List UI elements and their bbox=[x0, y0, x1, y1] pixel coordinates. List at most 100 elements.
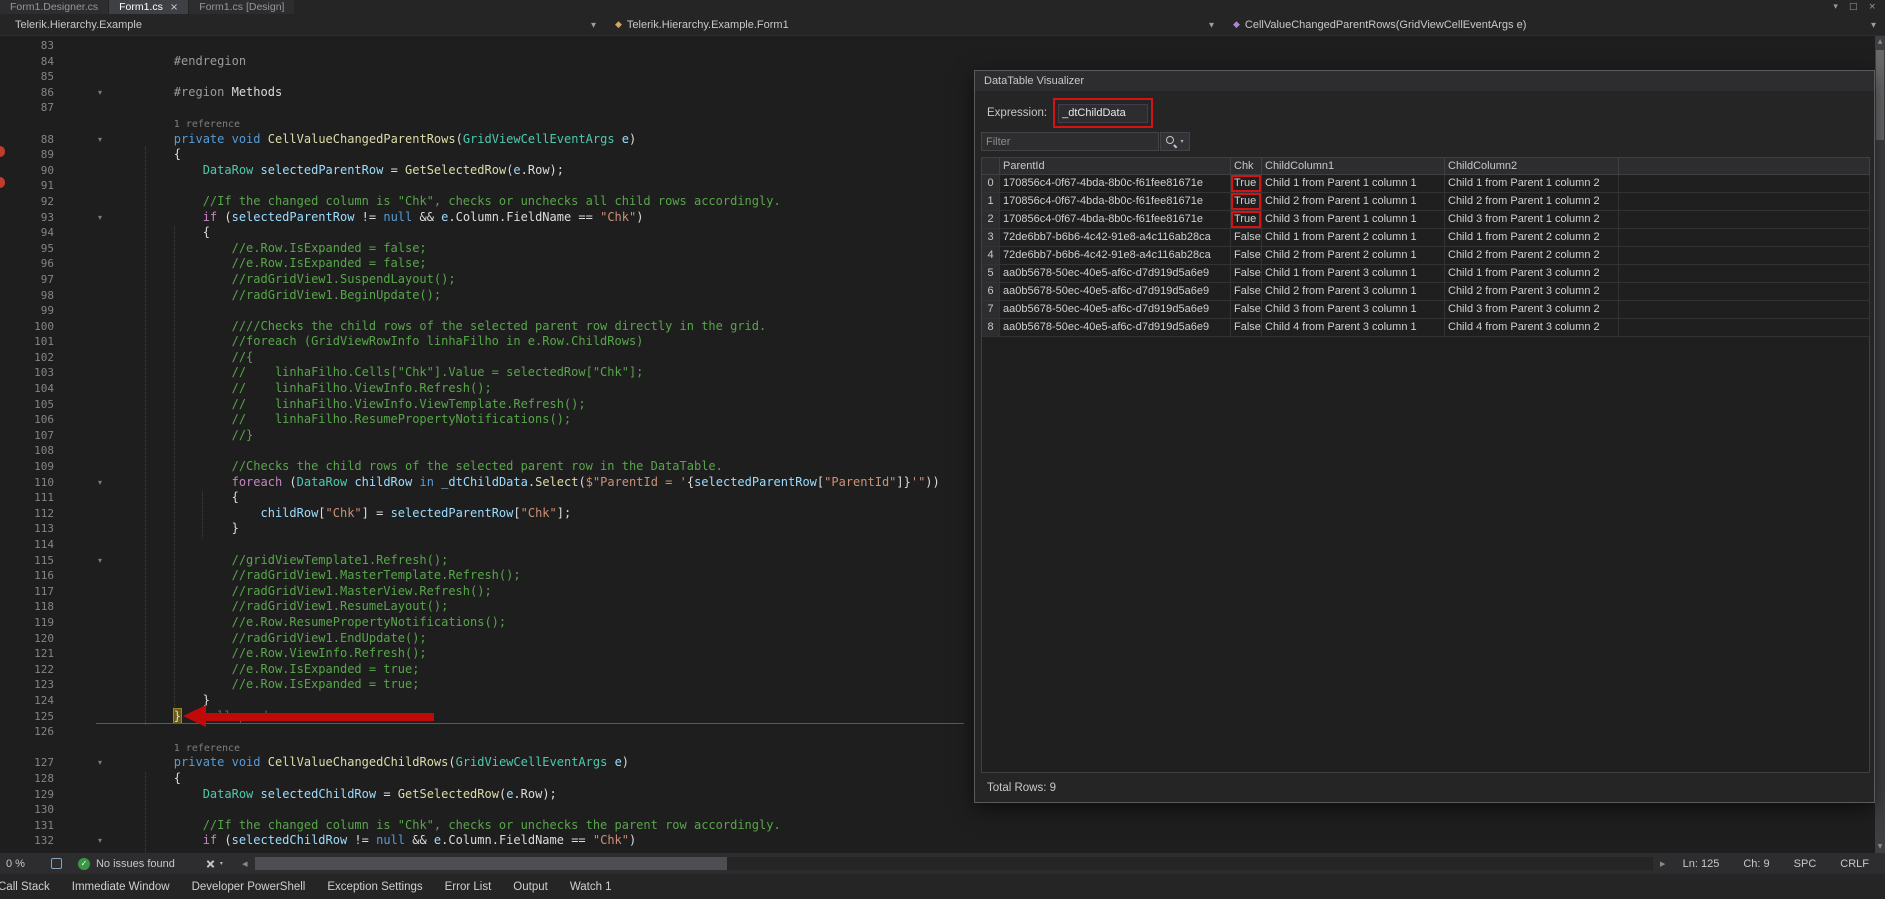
status-line-ending[interactable]: CRLF bbox=[1828, 858, 1885, 870]
document-tab[interactable]: Form1.Designer.cs bbox=[0, 0, 108, 14]
dialog-title[interactable]: DataTable Visualizer bbox=[975, 71, 1874, 91]
row-header[interactable]: 7 bbox=[982, 301, 1000, 319]
scroll-down-icon[interactable]: ▼ bbox=[1875, 841, 1885, 853]
line-number[interactable]: 110 bbox=[0, 475, 54, 491]
line-number[interactable] bbox=[0, 740, 54, 756]
line-number[interactable]: 87 bbox=[0, 100, 54, 116]
document-tab[interactable]: Form1.cs [Design] bbox=[189, 0, 294, 14]
line-number[interactable]: 86 bbox=[0, 85, 54, 101]
panel-tab[interactable]: Watch 1 bbox=[559, 881, 623, 893]
row-header[interactable]: 2 bbox=[982, 211, 1000, 229]
scrollbar-thumb[interactable] bbox=[1876, 50, 1884, 140]
line-number[interactable]: 121 bbox=[0, 646, 54, 662]
code-line[interactable]: 83 bbox=[0, 38, 1875, 54]
cell-childcolumn1[interactable]: Child 2 from Parent 1 column 1 bbox=[1262, 193, 1445, 211]
line-number[interactable]: 93 bbox=[0, 210, 54, 226]
cell-parentid[interactable]: aa0b5678-50ec-40e5-af6c-d7d919d5a6e9 bbox=[1000, 319, 1231, 337]
expression-input[interactable] bbox=[1058, 104, 1148, 123]
line-number[interactable]: 120 bbox=[0, 631, 54, 647]
scrollbar-thumb[interactable] bbox=[255, 857, 727, 870]
cell-childcolumn2[interactable]: Child 1 from Parent 3 column 2 bbox=[1445, 265, 1619, 283]
panel-tab[interactable]: Exception Settings bbox=[316, 881, 433, 893]
column-header[interactable] bbox=[1619, 158, 1870, 175]
cell-chk[interactable]: False bbox=[1231, 283, 1262, 301]
cell-filler[interactable] bbox=[1619, 229, 1870, 247]
cell-filler[interactable] bbox=[1619, 175, 1870, 193]
filter-input[interactable] bbox=[981, 132, 1159, 151]
cell-childcolumn1[interactable]: Child 2 from Parent 3 column 1 bbox=[1262, 283, 1445, 301]
document-tab[interactable]: Form1.cs× bbox=[109, 0, 188, 14]
line-number[interactable]: 123 bbox=[0, 677, 54, 693]
cell-parentid[interactable]: 72de6bb7-b6b6-4c42-91e8-a4c116ab28ca bbox=[1000, 229, 1231, 247]
line-number[interactable]: 113 bbox=[0, 521, 54, 537]
code-cleanup-button[interactable]: ▾ bbox=[205, 858, 223, 869]
line-number[interactable]: 84 bbox=[0, 54, 54, 70]
status-line[interactable]: Ln: 125 bbox=[1671, 858, 1732, 870]
cell-chk[interactable]: True bbox=[1231, 175, 1262, 193]
line-number[interactable] bbox=[0, 116, 54, 132]
row-header[interactable]: 6 bbox=[982, 283, 1000, 301]
cell-childcolumn2[interactable]: Child 1 from Parent 2 column 2 bbox=[1445, 229, 1619, 247]
line-number[interactable]: 118 bbox=[0, 599, 54, 615]
line-number[interactable]: 94 bbox=[0, 225, 54, 241]
row-header[interactable]: 8 bbox=[982, 319, 1000, 337]
cell-childcolumn2[interactable]: Child 3 from Parent 1 column 2 bbox=[1445, 211, 1619, 229]
panel-tab[interactable]: Immediate Window bbox=[61, 881, 181, 893]
cell-childcolumn1[interactable]: Child 4 from Parent 3 column 1 bbox=[1262, 319, 1445, 337]
cell-childcolumn1[interactable]: Child 3 from Parent 1 column 1 bbox=[1262, 211, 1445, 229]
fold-toggle-icon[interactable]: ▾ bbox=[54, 210, 102, 226]
column-header[interactable]: Chk bbox=[1231, 158, 1262, 175]
cell-parentid[interactable]: aa0b5678-50ec-40e5-af6c-d7d919d5a6e9 bbox=[1000, 301, 1231, 319]
line-number[interactable]: 91 bbox=[0, 178, 54, 194]
cell-parentid[interactable]: 170856c4-0f67-4bda-8b0c-f61fee81671e bbox=[1000, 211, 1231, 229]
fold-toggle-icon[interactable]: ▾ bbox=[54, 132, 102, 148]
scroll-left-icon[interactable]: ◀ bbox=[237, 860, 253, 868]
panel-tab[interactable]: Output bbox=[502, 881, 559, 893]
line-number[interactable]: 128 bbox=[0, 771, 54, 787]
line-number[interactable]: 107 bbox=[0, 428, 54, 444]
cell-parentid[interactable]: 170856c4-0f67-4bda-8b0c-f61fee81671e bbox=[1000, 193, 1231, 211]
fold-toggle-icon[interactable]: ▾ bbox=[54, 755, 102, 771]
tab-close-icon[interactable]: × bbox=[170, 2, 178, 13]
cell-childcolumn2[interactable]: Child 3 from Parent 3 column 2 bbox=[1445, 301, 1619, 319]
cell-childcolumn2[interactable]: Child 2 from Parent 1 column 2 bbox=[1445, 193, 1619, 211]
editor-indicator-icon[interactable] bbox=[51, 858, 62, 869]
line-number[interactable]: 92 bbox=[0, 194, 54, 210]
cell-parentid[interactable]: aa0b5678-50ec-40e5-af6c-d7d919d5a6e9 bbox=[1000, 283, 1231, 301]
line-number[interactable]: 96 bbox=[0, 256, 54, 272]
line-number[interactable]: 108 bbox=[0, 443, 54, 459]
panel-tab[interactable]: Error List bbox=[434, 881, 503, 893]
scroll-up-icon[interactable]: ▲ bbox=[1875, 36, 1885, 48]
line-number[interactable]: 112 bbox=[0, 506, 54, 522]
cell-childcolumn1[interactable]: Child 2 from Parent 2 column 1 bbox=[1262, 247, 1445, 265]
line-number[interactable]: 97 bbox=[0, 272, 54, 288]
cell-filler[interactable] bbox=[1619, 319, 1870, 337]
line-number[interactable]: 127 bbox=[0, 755, 54, 771]
line-number[interactable]: 114 bbox=[0, 537, 54, 553]
code-line[interactable]: 130 bbox=[0, 802, 1875, 818]
close-icon[interactable]: × bbox=[1868, 2, 1876, 12]
line-number[interactable]: 89 bbox=[0, 147, 54, 163]
window-icon[interactable]: □ bbox=[1849, 2, 1858, 12]
line-number[interactable]: 83 bbox=[0, 38, 54, 54]
panel-tab[interactable]: Developer PowerShell bbox=[181, 881, 317, 893]
row-header[interactable]: 3 bbox=[982, 229, 1000, 247]
column-header[interactable]: ChildColumn1 bbox=[1262, 158, 1445, 175]
line-number[interactable]: 98 bbox=[0, 288, 54, 304]
line-number[interactable]: 106 bbox=[0, 412, 54, 428]
line-number[interactable]: 131 bbox=[0, 818, 54, 834]
cell-childcolumn2[interactable]: Child 1 from Parent 1 column 2 bbox=[1445, 175, 1619, 193]
cell-chk[interactable]: False bbox=[1231, 247, 1262, 265]
line-number[interactable]: 130 bbox=[0, 802, 54, 818]
cell-filler[interactable] bbox=[1619, 211, 1870, 229]
cell-childcolumn2[interactable]: Child 4 from Parent 3 column 2 bbox=[1445, 319, 1619, 337]
line-number[interactable]: 124 bbox=[0, 693, 54, 709]
row-header[interactable]: 1 bbox=[982, 193, 1000, 211]
cell-chk[interactable]: False bbox=[1231, 265, 1262, 283]
cell-filler[interactable] bbox=[1619, 193, 1870, 211]
code-line[interactable]: 132▾ if (selectedChildRow != null && e.C… bbox=[0, 833, 1875, 849]
line-number[interactable]: 103 bbox=[0, 365, 54, 381]
line-number[interactable]: 85 bbox=[0, 69, 54, 85]
cell-parentid[interactable]: 170856c4-0f67-4bda-8b0c-f61fee81671e bbox=[1000, 175, 1231, 193]
member-dropdown[interactable]: ◆ CellValueChangedParentRows(GridViewCel… bbox=[1223, 14, 1885, 35]
